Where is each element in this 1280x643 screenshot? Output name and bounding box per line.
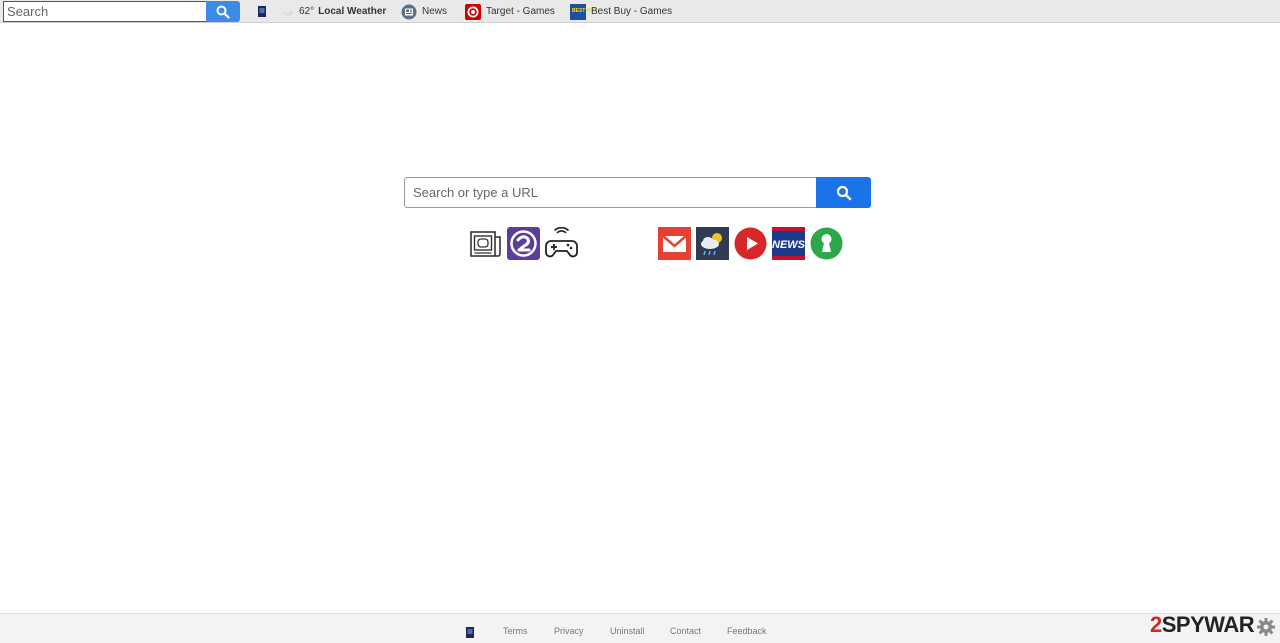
news-tile[interactable]: [469, 227, 502, 260]
footer-privacy-link[interactable]: Privacy: [554, 626, 584, 636]
footer-terms-link[interactable]: Terms: [503, 626, 528, 636]
main-search-input[interactable]: [404, 177, 817, 208]
gear-icon: [1257, 618, 1275, 636]
gamepad-icon: [545, 227, 578, 258]
newspaper-icon: [401, 4, 417, 20]
main-search-box: [404, 177, 871, 208]
weather-label: Local Weather: [318, 6, 387, 17]
youtube-tile[interactable]: [734, 227, 767, 260]
main-search-button[interactable]: [816, 177, 871, 208]
footer: Terms Privacy Uninstall Contact Feedback: [0, 613, 1280, 643]
toolbar-app-logo[interactable]: [258, 0, 271, 23]
search-icon: [216, 5, 230, 19]
letter-g-icon: [507, 227, 540, 260]
toolbar-search-input[interactable]: [3, 1, 207, 22]
game-tile[interactable]: [507, 227, 540, 260]
weather-tile[interactable]: [696, 227, 729, 260]
cloud-icon: [282, 8, 294, 16]
controller-tile[interactable]: [545, 227, 578, 260]
news-brand-text: NEWS: [772, 239, 805, 251]
footer-contact-link[interactable]: Contact: [670, 626, 701, 636]
app-logo-icon: [466, 625, 474, 643]
footer-uninstall-link[interactable]: Uninstall: [610, 626, 645, 636]
gmail-tile[interactable]: [658, 227, 691, 260]
newspaper-icon: [470, 231, 501, 257]
news-brand-tile[interactable]: NEWS: [772, 227, 805, 260]
watermark: 2SPYWAR: [1150, 609, 1278, 639]
footer-feedback-link[interactable]: Feedback: [727, 626, 767, 636]
toolbar-bestbuy-games[interactable]: BEST BUY Best Buy - Games: [570, 0, 672, 23]
person-icon: [810, 227, 843, 260]
toolbar-weather[interactable]: 62° Local Weather: [282, 0, 386, 23]
toolbar-search-button[interactable]: [206, 1, 240, 22]
toolbar-news[interactable]: News: [401, 0, 447, 23]
toolbar-news-label: News: [422, 6, 448, 17]
user-tile[interactable]: [810, 227, 843, 260]
app-logo-icon: [258, 6, 266, 17]
weather-temp: 62°: [299, 6, 315, 17]
target-logo-icon: [465, 3, 481, 20]
gmail-icon: [658, 227, 691, 260]
bestbuy-logo-icon: BEST BUY: [570, 3, 597, 20]
news-icon: NEWS: [772, 227, 805, 260]
watermark-text: 2SPYWAR: [1150, 612, 1255, 637]
weather-icon: [696, 227, 729, 260]
play-icon: [734, 227, 767, 260]
toolbar-target-games[interactable]: Target - Games: [465, 0, 555, 23]
toolbar-bestbuy-label: Best Buy - Games: [591, 6, 673, 17]
search-icon: [836, 185, 851, 200]
toolbar-target-label: Target - Games: [486, 6, 555, 17]
top-toolbar: 62° Local Weather News Target - Games BE…: [0, 0, 1280, 23]
